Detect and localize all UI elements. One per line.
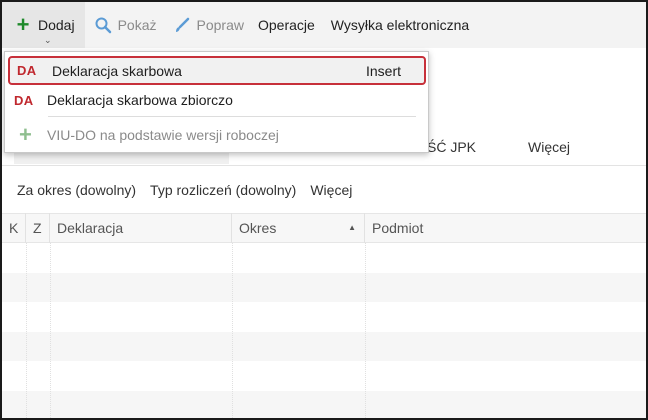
column-entity[interactable]: Podmiot xyxy=(365,213,646,243)
search-icon xyxy=(94,16,112,34)
app-window: + Dodaj ⌄ Pokaż Popraw Operacje Wysyłka … xyxy=(0,0,648,420)
column-divider xyxy=(365,243,366,418)
add-button[interactable]: + Dodaj ⌄ xyxy=(2,2,85,48)
show-button-label: Pokaż xyxy=(117,17,157,33)
chevron-down-icon: ⌄ xyxy=(44,35,52,45)
menu-item-viu-do-from-draft[interactable]: + VIU-DO na podstawie wersji roboczej xyxy=(5,120,428,150)
toolbar: + Dodaj ⌄ Pokaż Popraw Operacje Wysyłka … xyxy=(2,2,646,48)
show-button[interactable]: Pokaż xyxy=(89,2,162,48)
menu-item-tax-declaration[interactable]: DA Deklaracja skarbowa Insert xyxy=(8,56,426,85)
column-divider xyxy=(26,243,27,418)
table-row[interactable] xyxy=(2,390,646,418)
column-entity-label: Podmiot xyxy=(372,220,424,236)
table-row[interactable] xyxy=(2,331,646,361)
column-k-label: K xyxy=(9,220,19,236)
tab-more[interactable]: Więcej xyxy=(528,128,570,166)
filter-bar: Za okres (dowolny) Typ rozliczeń (dowoln… xyxy=(2,176,646,204)
table-row[interactable] xyxy=(2,302,646,332)
operations-label: Operacje xyxy=(257,17,315,33)
table-row[interactable] xyxy=(2,361,646,391)
tab-more-label: Więcej xyxy=(528,139,571,155)
plus-icon: + xyxy=(19,122,32,147)
brush-icon xyxy=(173,16,191,34)
column-z[interactable]: Z xyxy=(26,213,50,243)
operations-menu[interactable]: Operacje xyxy=(253,2,320,48)
column-divider xyxy=(50,243,51,418)
filter-settlement-type[interactable]: Typ rozliczeń (dowolny) xyxy=(150,182,296,198)
grid-body xyxy=(2,243,646,418)
column-z-label: Z xyxy=(33,220,42,236)
table-row[interactable] xyxy=(2,272,646,302)
tab-jpk-label: ŚĆ JPK xyxy=(427,139,477,155)
edit-button-label: Popraw xyxy=(196,17,244,33)
column-period-label: Okres xyxy=(239,220,277,236)
menu-separator xyxy=(48,116,416,117)
column-declaration[interactable]: Deklaracja xyxy=(50,213,232,243)
declaration-badge-icon: DA xyxy=(17,63,37,78)
menu-item-shortcut: Insert xyxy=(366,62,402,79)
declaration-badge-icon: DA xyxy=(14,92,34,108)
electronic-send-menu[interactable]: Wysyłka elektroniczna xyxy=(326,2,474,48)
column-divider xyxy=(232,243,233,418)
electronic-send-label: Wysyłka elektroniczna xyxy=(330,17,470,33)
tab-jpk[interactable]: ŚĆ JPK xyxy=(427,128,476,166)
column-period[interactable]: Okres ▲ xyxy=(232,213,365,243)
plus-icon: + xyxy=(16,12,30,37)
column-k[interactable]: K xyxy=(2,213,26,243)
edit-button[interactable]: Popraw xyxy=(168,2,249,48)
column-declaration-label: Deklaracja xyxy=(57,220,124,236)
menu-item-label: Deklaracja skarbowa xyxy=(52,62,182,79)
sort-ascending-icon: ▲ xyxy=(348,223,356,232)
filter-more[interactable]: Więcej xyxy=(310,182,352,198)
add-dropdown-menu: DA Deklaracja skarbowa Insert DA Deklara… xyxy=(4,51,429,153)
add-button-label: Dodaj xyxy=(38,17,75,33)
menu-item-label: Deklaracja skarbowa zbiorczo xyxy=(47,92,233,108)
menu-item-tax-declaration-bulk[interactable]: DA Deklaracja skarbowa zbiorczo xyxy=(5,85,428,115)
menu-item-label: VIU-DO na podstawie wersji roboczej xyxy=(47,127,279,143)
table-row[interactable] xyxy=(2,243,646,273)
filter-period[interactable]: Za okres (dowolny) xyxy=(17,182,136,198)
grid-header: K Z Deklaracja Okres ▲ Podmiot xyxy=(2,213,646,243)
